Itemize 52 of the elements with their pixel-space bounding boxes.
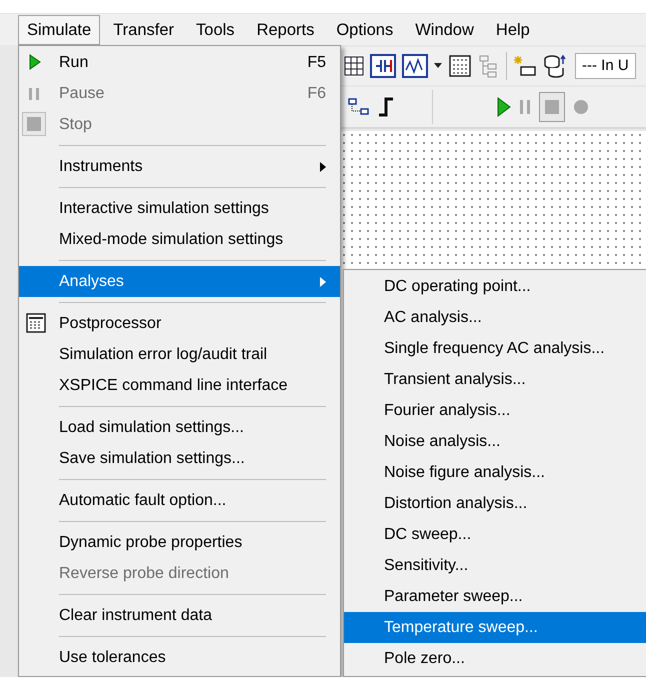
menu-item[interactable]: Noise figure analysis... [344, 457, 646, 488]
menu-item[interactable]: Interactive simulation settings [19, 193, 340, 224]
caret-icon[interactable] [434, 63, 442, 69]
menu-item[interactable]: AC analysis... [344, 302, 646, 333]
menu-item[interactable]: Load simulation settings... [19, 412, 340, 443]
menu-item[interactable]: Noise analysis... [344, 426, 646, 457]
menu-item[interactable]: Transient analysis... [344, 364, 646, 395]
menu-item[interactable]: Pole zero... [344, 643, 646, 674]
menu-item[interactable]: XSPICE command line interface [19, 370, 340, 401]
component-icon[interactable] [370, 54, 396, 78]
menu-bar-item[interactable]: Options [327, 14, 402, 44]
menu-item[interactable]: DC operating point... [344, 271, 646, 302]
menu-item[interactable]: Parameter sweep... [344, 581, 646, 612]
menu-bar-item[interactable]: Reports [248, 14, 324, 44]
menu-bar-item[interactable]: Help [486, 14, 539, 44]
menu-item[interactable]: Postprocessor [19, 308, 340, 339]
grid-icon[interactable] [344, 55, 364, 77]
menu-item[interactable]: Clear instrument data [19, 600, 340, 631]
menu-item[interactable]: Use tolerances [19, 642, 340, 673]
connector-icon[interactable] [348, 98, 370, 116]
menu-item[interactable]: Save simulation settings... [19, 443, 340, 474]
menu-item[interactable]: Distortion analysis... [344, 488, 646, 519]
menu-item[interactable]: Simulation error log/audit trail [19, 339, 340, 370]
shortcut-label: F5 [307, 52, 326, 72]
menu-item[interactable]: Analyses [19, 266, 340, 297]
submenu-arrow-icon [320, 276, 326, 286]
menu-bar-item[interactable]: Simulate [18, 14, 100, 44]
menu-item[interactable]: Single frequency AC analysis... [344, 333, 646, 364]
menu-item[interactable]: Mixed-mode simulation settings [19, 224, 340, 255]
sparkle-box-icon[interactable] [513, 55, 537, 77]
play-icon [29, 54, 41, 70]
waveform-icon[interactable] [402, 54, 428, 78]
menu-bar-item[interactable]: Transfer [104, 14, 184, 44]
pause-icon [28, 87, 40, 101]
stop-icon [22, 112, 46, 136]
menu-item[interactable]: Temperature sweep... [344, 612, 646, 643]
calculator-icon [26, 313, 46, 333]
menu-item[interactable]: DC sweep... [344, 519, 646, 550]
menu-item[interactable]: Run F5 [19, 47, 340, 78]
menu-item[interactable]: Dynamic probe properties [19, 527, 340, 558]
menu-item[interactable]: Sensitivity... [344, 550, 646, 581]
menu-bar-item[interactable]: Tools [187, 14, 244, 44]
menu-item[interactable]: Automatic fault option... [19, 485, 340, 516]
menu-item[interactable]: Instruments [19, 151, 340, 182]
calculator-icon[interactable] [448, 54, 472, 78]
submenu-arrow-icon [320, 162, 326, 172]
shortcut-label: F6 [307, 84, 326, 104]
menu-bar-item[interactable]: Window [406, 14, 483, 44]
menu-item[interactable]: Fourier analysis... [344, 395, 646, 426]
play-icon[interactable] [497, 97, 511, 117]
step-icon[interactable] [378, 97, 394, 117]
dropdown-field[interactable]: --- In U [575, 52, 636, 80]
